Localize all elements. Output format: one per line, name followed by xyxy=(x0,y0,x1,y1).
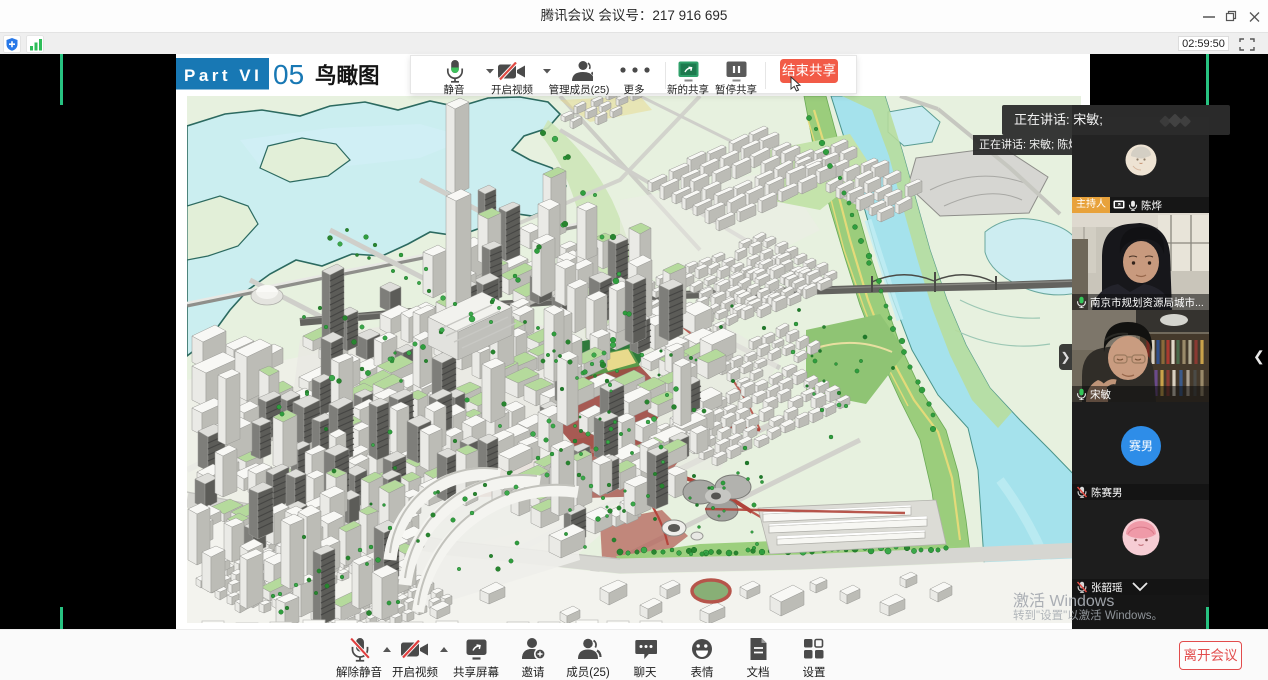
svg-text:Part VI: Part VI xyxy=(184,66,262,85)
svg-text:鸟瞰图: 鸟瞰图 xyxy=(315,63,380,88)
svg-text:05: 05 xyxy=(273,59,304,90)
